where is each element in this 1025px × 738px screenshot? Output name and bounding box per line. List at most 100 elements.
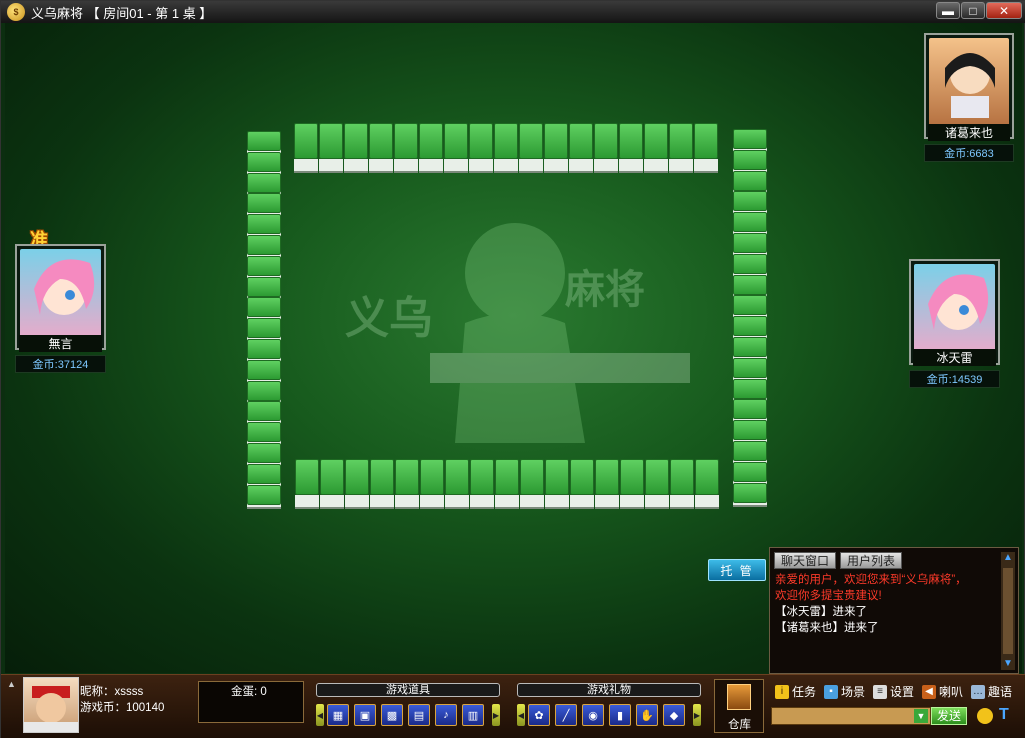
mahjong-tile: [733, 253, 767, 274]
watermark-logo: 义乌 麻将: [345, 223, 690, 443]
mahjong-tile: [247, 339, 281, 359]
game-gifts-title: 游戏礼物: [517, 683, 701, 697]
mahjong-tile: [394, 123, 418, 159]
golden-eggs: 金蛋: 0: [231, 686, 267, 698]
player-name: 诸葛来也: [928, 124, 1010, 141]
mahjong-tile: [470, 459, 494, 495]
player-coins: 金币:14539: [909, 370, 1000, 388]
minimize-button[interactable]: ▬: [936, 2, 960, 19]
text-format-icon[interactable]: T: [999, 706, 1015, 724]
game-items-title: 游戏道具: [316, 683, 500, 697]
mahjong-tile: [733, 149, 767, 170]
mahjong-tile: [733, 170, 767, 191]
coins-logo-icon: $: [7, 3, 25, 21]
window-title: 义乌麻将 【 房间01 - 第 1 桌 】: [31, 5, 213, 21]
pink-hair-girl-portrait: [20, 249, 101, 345]
svg-text:义乌: 义乌: [345, 293, 433, 344]
mahjong-tile: [247, 214, 281, 235]
mahjong-tile: [733, 316, 767, 337]
menu-tasks[interactable]: i 任务: [775, 683, 816, 700]
tab-user-list[interactable]: 用户列表: [840, 552, 903, 569]
nickname: 昵称：xssss: [80, 686, 144, 698]
mahjong-tile: [247, 193, 281, 214]
chat-scrollbar[interactable]: ▲ ▼: [1001, 552, 1015, 670]
rose-icon[interactable]: ✿: [528, 704, 550, 726]
chat-input[interactable]: [771, 707, 931, 725]
next-arrow-icon[interactable]: ▶: [693, 704, 701, 726]
chat-line: 亲爱的用户，欢迎您来到“义乌麻将”，: [775, 574, 967, 586]
chest-icon: [727, 684, 751, 710]
scroll-up-icon[interactable]: ▲: [1001, 552, 1015, 564]
mahjong-tile: [733, 461, 767, 482]
menu-settings[interactable]: ≡ 设置: [873, 683, 914, 700]
title-bar[interactable]: $ 义乌麻将 【 房间01 - 第 1 桌 】 ▬ □ ✕: [1, 1, 1025, 23]
tile-edge: [644, 159, 668, 173]
card-bomb-icon[interactable]: ▩: [381, 704, 403, 726]
warehouse-label: 仓库: [728, 719, 751, 731]
card-shield-icon[interactable]: ▤: [408, 704, 430, 726]
scroll-thumb[interactable]: [1003, 568, 1013, 654]
mahjong-tile: [247, 318, 281, 339]
card-swap-icon[interactable]: ▦: [327, 704, 349, 726]
mahjong-tile: [247, 443, 281, 463]
tile-edge: [419, 159, 443, 173]
mahjong-tile: [444, 123, 468, 159]
mahjong-tile: [644, 123, 668, 159]
mahjong-tile: [294, 123, 318, 159]
menu-horn[interactable]: ◀ 喇叭: [922, 683, 963, 700]
tab-chat-window[interactable]: 聊天窗口: [774, 552, 837, 569]
menu-fun-words[interactable]: … 趣语: [971, 683, 1012, 700]
card-reverse-icon[interactable]: ▥: [462, 704, 484, 726]
lips-icon[interactable]: ◉: [582, 704, 604, 726]
mahjong-tile: [370, 459, 394, 495]
tile-edge: [669, 159, 693, 173]
collapse-icon[interactable]: ▲: [7, 679, 17, 691]
tile-edge: [319, 159, 343, 173]
picture-icon: ▪: [824, 684, 838, 699]
scroll-down-icon[interactable]: ▼: [1001, 658, 1015, 670]
mahjong-tile: [419, 123, 443, 159]
mahjong-tile: [594, 123, 618, 159]
mahjong-tile: [733, 212, 767, 233]
player-coins: 金币:37124: [15, 355, 106, 373]
glove-icon[interactable]: ✋: [636, 704, 658, 726]
tile-edge: [619, 159, 643, 173]
tile-edge: [569, 159, 593, 173]
mahjong-tile: [733, 129, 767, 149]
mahjong-tile: [247, 422, 281, 443]
mahjong-tile: [544, 123, 568, 159]
fish-icon[interactable]: ◆: [663, 704, 685, 726]
self-avatar[interactable]: [23, 677, 79, 733]
prev-arrow-icon[interactable]: ◀: [517, 704, 525, 726]
speaker-icon[interactable]: ♪: [435, 704, 457, 726]
mahjong-tile: [247, 151, 281, 172]
mahjong-tile: [247, 359, 281, 380]
warehouse-button[interactable]: 仓库: [714, 679, 764, 733]
dropdown-icon[interactable]: ▼: [914, 709, 928, 723]
tile-edge: [694, 159, 718, 173]
svg-text:麻将: 麻将: [565, 267, 645, 313]
close-button[interactable]: ✕: [986, 2, 1022, 19]
send-button[interactable]: 发送: [931, 707, 967, 725]
mahjong-tile: [319, 123, 343, 159]
card-view-icon[interactable]: ▣: [354, 704, 376, 726]
player-name: 無言: [19, 335, 102, 352]
mahjong-tile: [495, 459, 519, 495]
tile-edge: [470, 495, 494, 509]
mahjong-tile: [733, 399, 767, 420]
prev-arrow-icon[interactable]: ◀: [316, 704, 324, 726]
trustee-button[interactable]: 托 管: [708, 559, 766, 581]
mahjong-tile: [645, 459, 669, 495]
stick-icon[interactable]: ╱: [555, 704, 577, 726]
menu-scene[interactable]: ▪ 场景: [824, 683, 865, 700]
tile-edge: [520, 495, 544, 509]
tile-edge: [320, 495, 344, 509]
mahjong-tile: [469, 123, 493, 159]
player-coins: 金币:6683: [924, 144, 1014, 162]
emoji-icon[interactable]: [977, 708, 993, 724]
next-arrow-icon[interactable]: ▶: [492, 704, 500, 726]
mahjong-tile: [247, 484, 281, 505]
maximize-button[interactable]: □: [961, 2, 985, 19]
beer-icon[interactable]: ▮: [609, 704, 631, 726]
tile-edge: [495, 495, 519, 509]
